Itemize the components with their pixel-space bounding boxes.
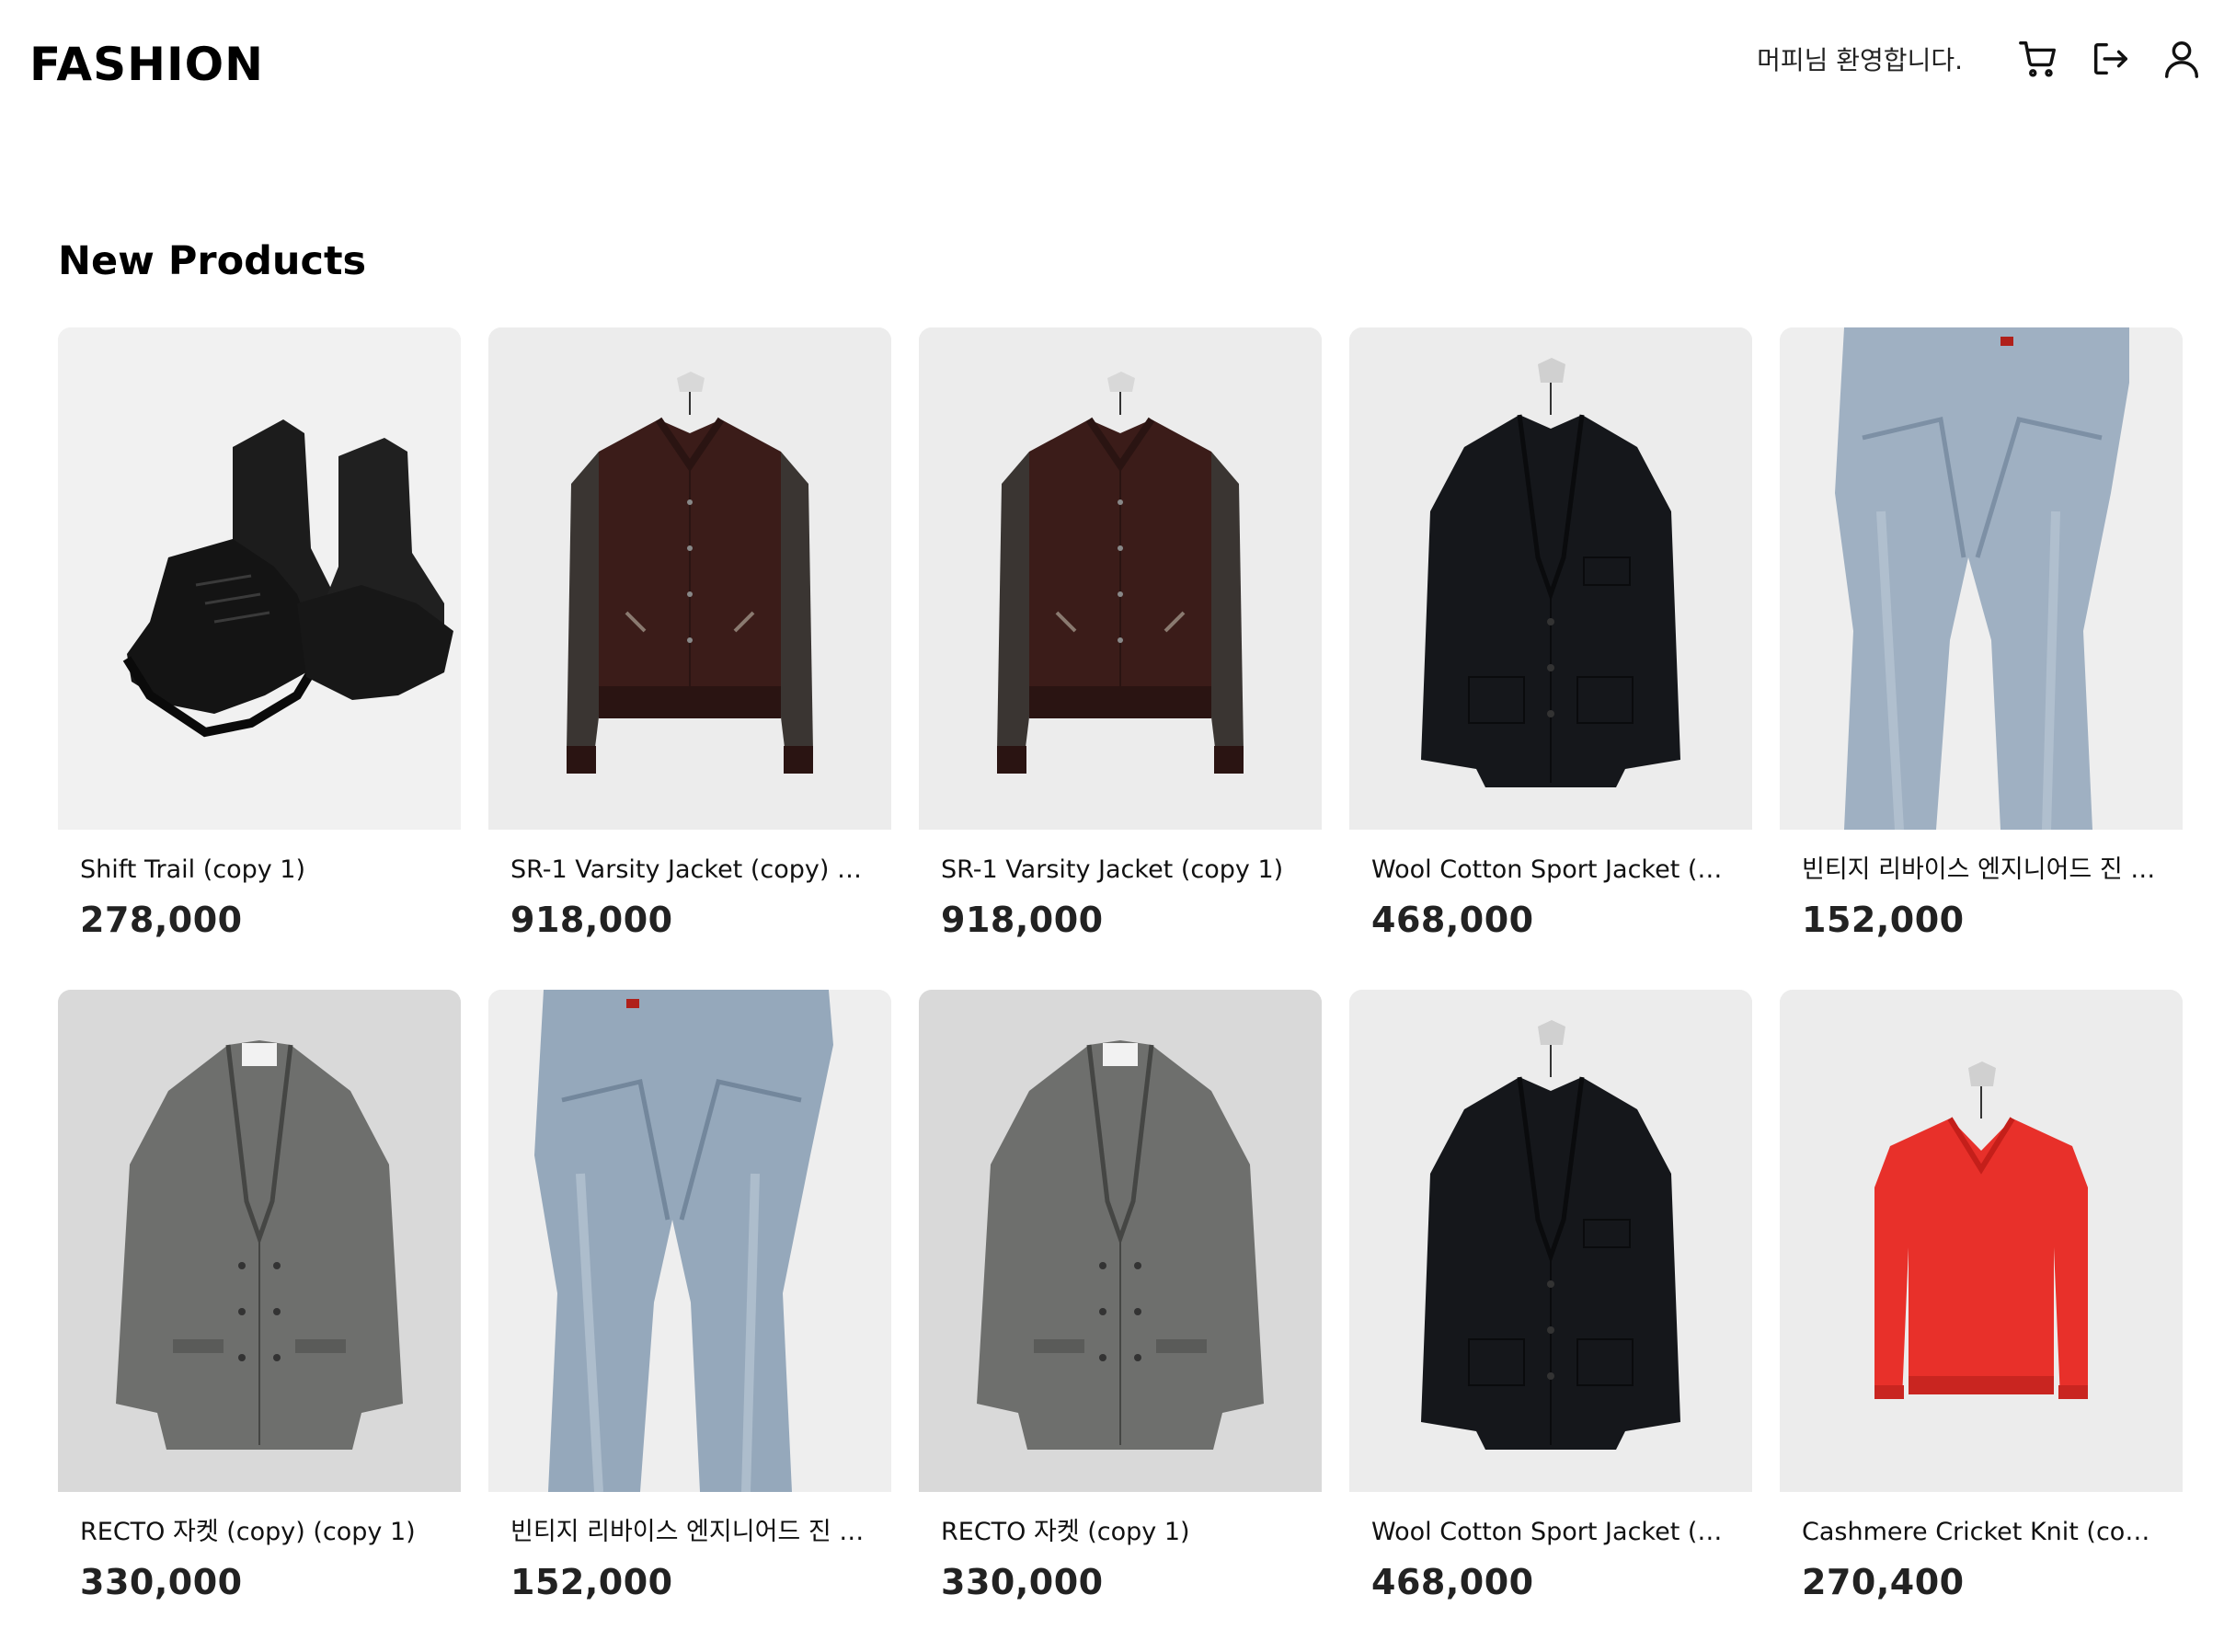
product-name: SR-1 Varsity Jacket (copy) (copy 1) xyxy=(510,855,869,884)
product-name: SR-1 Varsity Jacket (copy 1) xyxy=(941,855,1284,884)
product-card[interactable]: SR-1 Varsity Jacket (copy) (copy 1) 918,… xyxy=(488,327,891,990)
product-card[interactable]: RECTO 자켓 (copy 1) 330,000 xyxy=(919,990,1322,1652)
user-icon[interactable] xyxy=(2158,35,2206,83)
product-name: Shift Trail (copy 1) xyxy=(80,855,306,884)
logout-icon[interactable] xyxy=(2086,35,2134,83)
product-name: RECTO 자켓 (copy) (copy 1) xyxy=(80,1518,416,1546)
product-image[interactable] xyxy=(488,327,891,830)
product-image[interactable] xyxy=(919,327,1322,830)
product-price: 270,400 xyxy=(1802,1562,1965,1602)
site-header: FASHION 머피님 환영합니다. xyxy=(0,0,2224,129)
product-card[interactable]: Cashmere Cricket Knit (copy 1) 270,400 xyxy=(1780,990,2183,1652)
product-image[interactable] xyxy=(1780,327,2183,830)
product-card[interactable]: 빈티지 리바이스 엔지니어드 진 (copy) (copy 1) 152,000 xyxy=(488,990,891,1652)
product-name: 빈티지 리바이스 엔지니어드 진 (copy) (copy 1) xyxy=(510,1518,869,1546)
product-card[interactable]: Wool Cotton Sport Jacket (copy 1) 468,00… xyxy=(1349,327,1752,990)
product-image[interactable] xyxy=(1349,990,1752,1492)
product-image[interactable] xyxy=(58,990,461,1492)
product-name: RECTO 자켓 (copy 1) xyxy=(941,1518,1190,1546)
product-name: 빈티지 리바이스 엔지니어드 진 (copy 1) xyxy=(1802,855,2161,884)
product-image[interactable] xyxy=(1780,990,2183,1492)
product-grid: Shift Trail (copy 1) 278,000 SR-1 Varsit… xyxy=(58,327,2183,1652)
product-price: 918,000 xyxy=(941,900,1104,940)
product-price: 468,000 xyxy=(1371,1562,1534,1602)
product-card[interactable]: 빈티지 리바이스 엔지니어드 진 (copy 1) 152,000 xyxy=(1780,327,2183,990)
product-price: 918,000 xyxy=(510,900,673,940)
product-name: Cashmere Cricket Knit (copy 1) xyxy=(1802,1518,2161,1546)
product-image[interactable] xyxy=(488,990,891,1492)
site-logo[interactable]: FASHION xyxy=(29,35,264,94)
product-name: Wool Cotton Sport Jacket (copy) (copy 1) xyxy=(1371,1518,1730,1546)
product-name: Wool Cotton Sport Jacket (copy 1) xyxy=(1371,855,1730,884)
product-image[interactable] xyxy=(58,327,461,830)
product-price: 152,000 xyxy=(1802,900,1965,940)
product-image[interactable] xyxy=(919,990,1322,1492)
welcome-message: 머피님 환영합니다. xyxy=(1757,45,1963,75)
product-price: 330,000 xyxy=(80,1562,243,1602)
product-card[interactable]: Shift Trail (copy 1) 278,000 xyxy=(58,327,461,990)
product-price: 330,000 xyxy=(941,1562,1104,1602)
cart-icon[interactable] xyxy=(2014,35,2062,83)
product-price: 152,000 xyxy=(510,1562,673,1602)
header-actions: 머피님 환영합니다. xyxy=(1757,31,2206,86)
product-card[interactable]: Wool Cotton Sport Jacket (copy) (copy 1)… xyxy=(1349,990,1752,1652)
product-card[interactable]: SR-1 Varsity Jacket (copy 1) 918,000 xyxy=(919,327,1322,990)
product-price: 468,000 xyxy=(1371,900,1534,940)
product-card[interactable]: RECTO 자켓 (copy) (copy 1) 330,000 xyxy=(58,990,461,1652)
section-title: New Products xyxy=(58,238,367,284)
product-price: 278,000 xyxy=(80,900,243,940)
product-image[interactable] xyxy=(1349,327,1752,830)
